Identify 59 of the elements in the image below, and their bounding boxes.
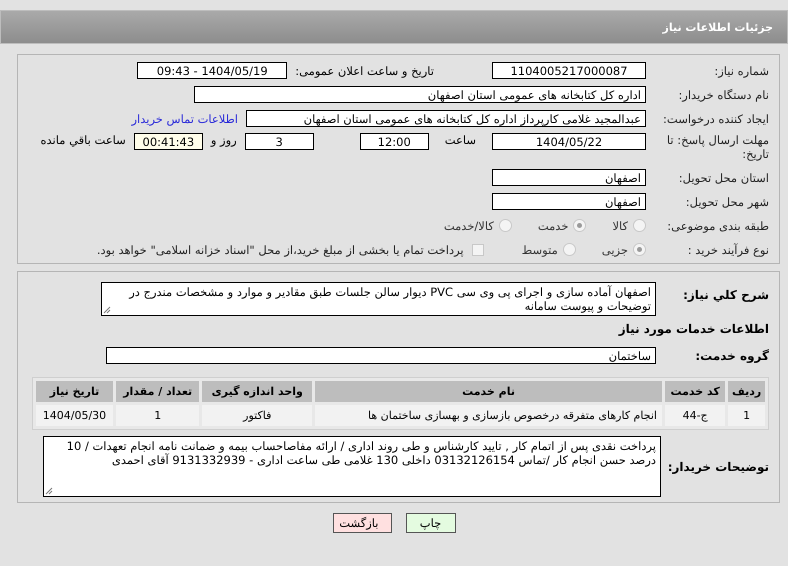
buyer-org-field: اداره کل کتابخانه های عمومی استان اصفهان (194, 86, 646, 103)
radio-label: متوسط (522, 242, 558, 256)
deadline-time-field: 12:00 (360, 133, 429, 150)
description-box: اصفهان آماده سازی و اجرای پی وی سی PVC دیوار سالن جلسات طبق مقادیر و موارد و مشخصات مندرج در توضیحات و پیوست سامانه (101, 282, 656, 316)
field-label: شهر محل تحویل: (684, 194, 769, 208)
days-field: 3 (244, 133, 314, 150)
radio-button[interactable] (498, 219, 512, 232)
city-field: اصفهان (492, 193, 646, 210)
column-header: تعداد / مقدار (116, 381, 200, 402)
column-header: تاریخ نیاز (36, 381, 113, 402)
field-label: نوع فرآیند خرید : (686, 242, 769, 256)
field-label: طبقه بندی موضوعی: (666, 218, 769, 232)
resize-grip-icon[interactable] (45, 487, 53, 495)
column-header: کد خدمت (664, 381, 726, 402)
field-label: شماره نیاز: (713, 64, 769, 78)
field-label: ساعت (444, 133, 476, 147)
remaining-time-field: 00:41:43 (134, 133, 203, 150)
announce-date-field: 1404/05/19 - 09:43 (137, 62, 288, 79)
field-label: مهلت ارسال پاسخ: تا تاریخ: (666, 133, 769, 161)
table-cell: انجام کارهای متفرقه درخصوص بازسازی و بهسازی ساختمان ها (315, 405, 662, 426)
checkbox[interactable] (472, 244, 484, 256)
back-button[interactable]: بازگشت (332, 513, 392, 533)
field-label: گروه خدمت: (694, 348, 769, 362)
radio-button[interactable] (562, 243, 576, 256)
field-label: روز و (210, 133, 237, 147)
page-title: جزئیات اطلاعات نیاز (662, 20, 773, 34)
resize-grip-icon[interactable] (103, 306, 111, 314)
radio-label: کالا/خدمت (444, 218, 494, 232)
radio-button[interactable] (633, 243, 646, 256)
table-cell: 1 (116, 405, 200, 426)
radio-label: جزیی (602, 242, 628, 256)
radio-label: کالا (612, 218, 628, 232)
section-heading: اطلاعات خدمات مورد نیاز (617, 322, 769, 336)
table-cell: فاکتور (202, 405, 312, 426)
field-label: ساعت باقي مانده (40, 133, 126, 147)
province-field: اصفهان (492, 169, 646, 186)
column-header: نام خدمت (315, 381, 662, 402)
requester-field: عبدالمجید غلامی کارپرداز اداره کل کتابخانه های عمومی استان اصفهان (246, 110, 646, 127)
table-cell: 1 (728, 405, 765, 426)
field-label: توضیحات خریدار: (669, 460, 769, 474)
field-label: ایجاد کننده درخواست: (662, 112, 769, 126)
field-label: شرح کلي نیاز: (682, 288, 769, 302)
deadline-date-field: 1404/05/22 (492, 133, 646, 150)
buyer-contact-link[interactable]: اطلاعات تماس خریدار (131, 112, 238, 126)
field-label: استان محل تحویل: (678, 170, 769, 184)
radio-button[interactable] (633, 219, 646, 232)
need-number-field: 1104005217000087 (492, 62, 646, 79)
radio-button[interactable] (573, 219, 586, 232)
service-group-field: ساختمان (106, 347, 656, 364)
table-cell: ج-44 (664, 405, 726, 426)
field-label: نام دستگاه خریدار: (677, 88, 769, 102)
radio-label: خدمت (538, 218, 568, 232)
buyer-notes-box: پرداخت نقدی پس از اتمام کار , تایید کارشناس و طی روند اداری / ارائه مفاصاحساب بیمه و ضمانت نامه انجام تعهدات / 10 درصد حسن انجام کار /تماس 03132126154 داخلی 130 غلامی طی ساعت اداری - 9131332939 آقای احمدی (43, 436, 661, 497)
field-label: تاریخ و ساعت اعلان عمومی: (295, 64, 434, 78)
table-cell: 1404/05/30 (36, 405, 113, 426)
column-header: واحد اندازه گیری (202, 381, 312, 402)
payment-note: پرداخت تمام یا بخشی از مبلغ خرید،از محل "اسناد خزانه اسلامی" خواهد بود. (96, 242, 464, 256)
column-header: ردیف (728, 381, 765, 402)
print-button[interactable]: چاپ (406, 513, 456, 533)
